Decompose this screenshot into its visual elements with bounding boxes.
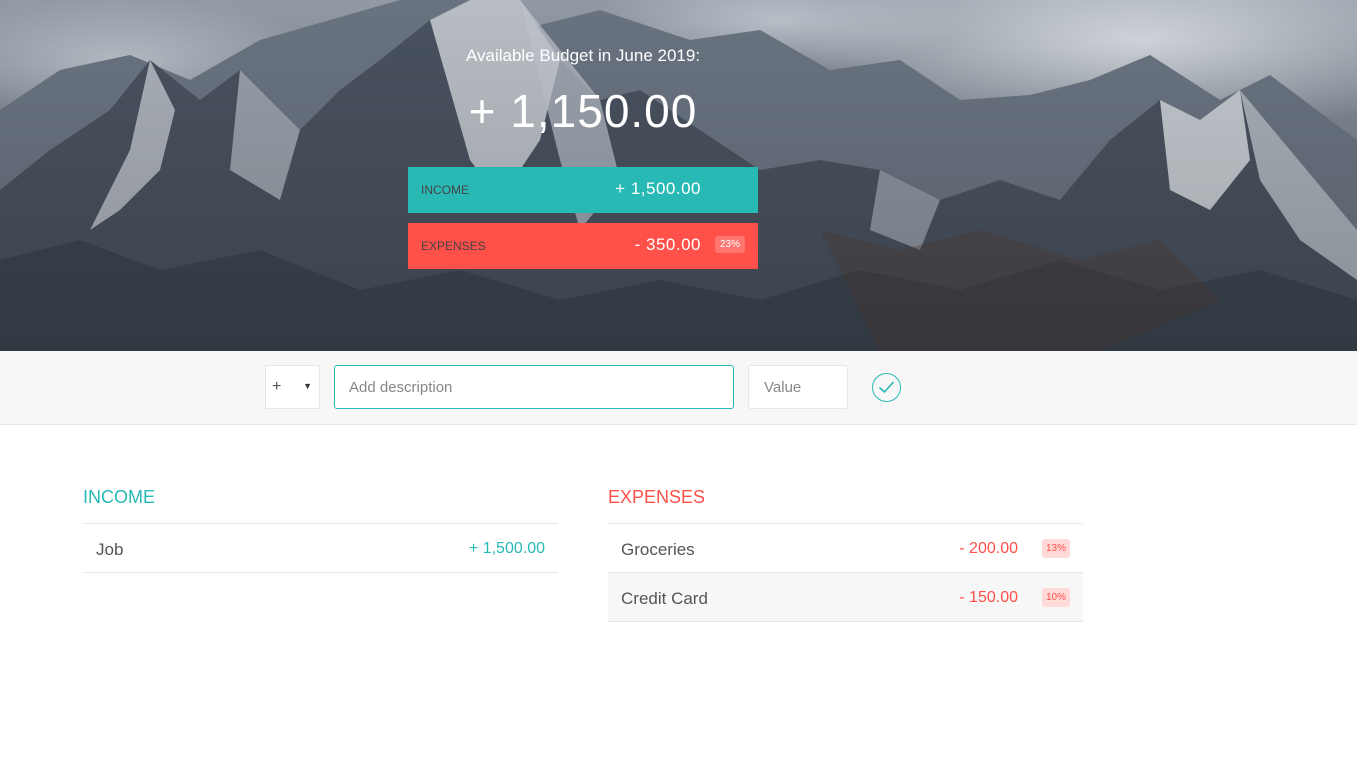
- expense-item-percentage: 13%: [1041, 539, 1070, 558]
- expense-item-description: Groceries: [621, 540, 695, 559]
- expense-item[interactable]: Credit Card - 150.00 10%: [608, 573, 1083, 622]
- budget-expenses-percentage: 23%: [714, 236, 745, 253]
- budget-header: Available Budget in June 2019: + 1,150.0…: [0, 0, 1357, 351]
- add-type-value: +: [272, 378, 282, 395]
- budget-value: + 1,150.00: [468, 85, 698, 137]
- add-description-input[interactable]: [334, 365, 734, 409]
- income-list-title: Income: [83, 487, 558, 524]
- add-value-input[interactable]: [748, 365, 848, 409]
- budget-income-value: + 1,500.00: [615, 179, 701, 198]
- income-list: Income Job + 1,500.00: [83, 487, 558, 573]
- income-item-value: + 1,500.00: [468, 540, 545, 557]
- chevron-down-icon: ▼: [303, 381, 312, 391]
- expenses-list-title: Expenses: [608, 487, 1083, 524]
- budget-title: Available Budget in June 2019:: [465, 46, 701, 65]
- expenses-list: Expenses Groceries - 200.00 13% Credit C…: [608, 487, 1083, 622]
- budget-income-label: Income: [421, 183, 469, 197]
- checkmark-icon: [879, 381, 894, 393]
- expense-item-value: - 150.00: [959, 589, 1018, 606]
- add-type-select[interactable]: + ▼: [265, 365, 320, 409]
- budget-expenses-value: - 350.00: [634, 235, 701, 254]
- expense-item-description: Credit Card: [621, 589, 708, 608]
- expense-item-value: - 200.00: [959, 540, 1018, 557]
- budget-expenses-label: Expenses: [421, 239, 486, 253]
- income-item[interactable]: Job + 1,500.00: [83, 524, 558, 573]
- expense-item-percentage: 10%: [1041, 588, 1070, 607]
- budget-expenses-summary: Expenses - 350.00 23%: [408, 223, 758, 269]
- expense-item[interactable]: Groceries - 200.00 13%: [608, 524, 1083, 573]
- add-entry-bar: + ▼: [0, 351, 1357, 425]
- add-submit-button[interactable]: [872, 373, 901, 402]
- income-item-description: Job: [96, 540, 124, 559]
- budget-income-summary: Income + 1,500.00: [408, 167, 758, 213]
